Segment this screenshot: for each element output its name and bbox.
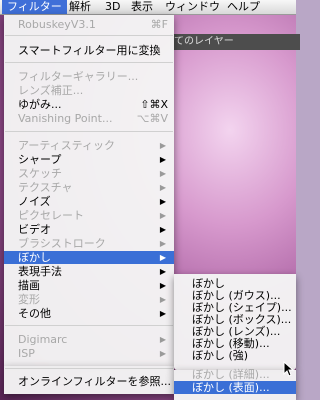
menu-item-smart-filter[interactable]: スマートフィルター用に変換 (4, 44, 174, 57)
menu-item-sketch: スケッチ ▶ (4, 167, 174, 180)
menu-item-video[interactable]: ビデオ ▶ (4, 223, 174, 236)
submenu-arrow-icon: ▶ (159, 239, 166, 248)
menu-item-label: ぼかし (18, 251, 51, 264)
menu-help[interactable]: ヘルプ (222, 0, 265, 14)
blur-submenu: ぼかし ぼかし (ガウス)... ぼかし (シェイプ)... ぼかし (ボックス… (174, 274, 296, 370)
menu-item-label: レンズ補正... (18, 84, 84, 97)
menu-item-label: ビデオ (18, 223, 51, 236)
submenu-arrow-icon: ▶ (159, 267, 166, 276)
submenu-arrow-icon: ▶ (159, 225, 166, 234)
menu-item-last-filter: RobuskeyV3.1 ⌘F (4, 18, 174, 31)
menu-separator (5, 35, 173, 36)
menu-item-vanishing-point: Vanishing Point... ⌥⌘V (4, 112, 174, 125)
menu-item-label: その他 (18, 307, 51, 320)
filter-menu: RobuskeyV3.1 ⌘F スマートフィルター用に変換 フィルターギャラリー… (4, 15, 174, 366)
menu-item-noise[interactable]: ノイズ ▶ (4, 195, 174, 208)
menu-view[interactable]: 表示 (126, 0, 158, 14)
submenu-arrow-icon: ▶ (159, 155, 166, 164)
menu-item-isp: ISP ▶ (4, 347, 174, 360)
menu-item-shortcut: ⌥⌘V (136, 112, 168, 125)
submenu-arrow-icon: ▶ (159, 349, 166, 358)
menu-item-label: テクスチャ (18, 181, 73, 194)
menu-item-label: RobuskeyV3.1 (18, 18, 96, 31)
menu-item-label: オンラインフィルターを参照... (18, 375, 171, 388)
menu-item-sharpen[interactable]: シャープ ▶ (4, 153, 174, 166)
submenu-arrow-icon: ▶ (159, 197, 166, 206)
submenu-arrow-icon: ▶ (159, 183, 166, 192)
submenu-item-smart-blur: ぼかし (詳細)... (174, 368, 296, 381)
submenu-arrow-icon: ▶ (159, 281, 166, 290)
submenu-arrow-icon: ▶ (159, 253, 166, 262)
menu-item-browse-online[interactable]: オンラインフィルターを参照... (4, 375, 174, 388)
menu-item-pixelate: ピクセレート ▶ (4, 209, 174, 222)
menu-separator (5, 368, 173, 369)
menu-item-artistic: アーティスティック ▶ (4, 139, 174, 152)
menu-filter[interactable]: フィルター (2, 0, 67, 14)
layer-tab[interactable]: てのレイヤー (170, 34, 300, 50)
submenu-arrow-icon: ▶ (159, 295, 166, 304)
menu-item-shortcut: ⇧⌘X (140, 98, 168, 111)
menu-separator (5, 62, 173, 63)
submenu-item-surface-blur[interactable]: ぼかし (表面)... (174, 381, 296, 394)
menu-item-filter-gallery: フィルターギャラリー... (4, 70, 174, 83)
menu-item-stylize[interactable]: 表現手法 ▶ (4, 265, 174, 278)
menu-analysis[interactable]: 解析 (64, 0, 96, 14)
menu-item-label: 変形 (18, 293, 40, 306)
submenu-arrow-icon: ▶ (159, 169, 166, 178)
menu-item-label: スマートフィルター用に変換 (18, 44, 161, 57)
menu-item-label: ぼかし (強) (192, 349, 249, 362)
menu-item-label: 描画 (18, 279, 40, 292)
menu-item-liquify[interactable]: ゆがみ... ⇧⌘X (4, 98, 174, 111)
menu-item-label: Vanishing Point... (18, 112, 113, 125)
menu-item-other[interactable]: その他 ▶ (4, 307, 174, 320)
mouse-cursor-icon (283, 360, 295, 377)
menu-item-label: ピクセレート (18, 209, 84, 222)
filter-menu-bottom: オンラインフィルターを参照... (4, 366, 174, 394)
submenu-arrow-icon: ▶ (159, 335, 166, 344)
menu-item-render[interactable]: 描画 ▶ (4, 279, 174, 292)
submenu-item-blur-more[interactable]: ぼかし (強) (174, 349, 296, 362)
menu-item-brush-strokes: ブラシストローク ▶ (4, 237, 174, 250)
menu-item-label: 表現手法 (18, 265, 62, 278)
menu-item-label: フィルターギャラリー... (18, 70, 139, 83)
menu-separator (5, 131, 173, 132)
menu-item-blur[interactable]: ぼかし ▶ (4, 251, 174, 264)
submenu-arrow-icon: ▶ (159, 141, 166, 150)
menu-item-label: スケッチ (18, 167, 62, 180)
menu-bar: フィルター 解析 3D 表示 ウィンドウ ヘルプ (0, 0, 296, 15)
menu-separator (5, 325, 173, 326)
menu-item-label: ブラシストローク (18, 237, 106, 250)
menu-item-label: アーティスティック (18, 139, 116, 152)
menu-item-label: ゆがみ... (18, 98, 62, 111)
menu-item-texture: テクスチャ ▶ (4, 181, 174, 194)
menu-item-label: ノイズ (18, 195, 51, 208)
menu-item-label: ISP (18, 347, 35, 360)
menu-item-lens-correction: レンズ補正... (4, 84, 174, 97)
menu-item-label: Digimarc (18, 333, 68, 346)
menu-item-label: ぼかし (詳細)... (192, 368, 270, 381)
blur-submenu-lower: ぼかし (詳細)... ぼかし (表面)... (174, 368, 296, 400)
menu-item-distort: 変形 ▶ (4, 293, 174, 306)
submenu-arrow-icon: ▶ (159, 211, 166, 220)
menu-item-label: シャープ (18, 153, 62, 166)
menu-item-shortcut: ⌘F (150, 18, 168, 31)
submenu-arrow-icon: ▶ (159, 309, 166, 318)
menu-window[interactable]: ウィンドウ (160, 0, 225, 14)
menu-3d[interactable]: 3D (100, 0, 125, 14)
menu-item-label: ぼかし (表面)... (192, 381, 270, 394)
menu-item-digimarc: Digimarc ▶ (4, 333, 174, 346)
